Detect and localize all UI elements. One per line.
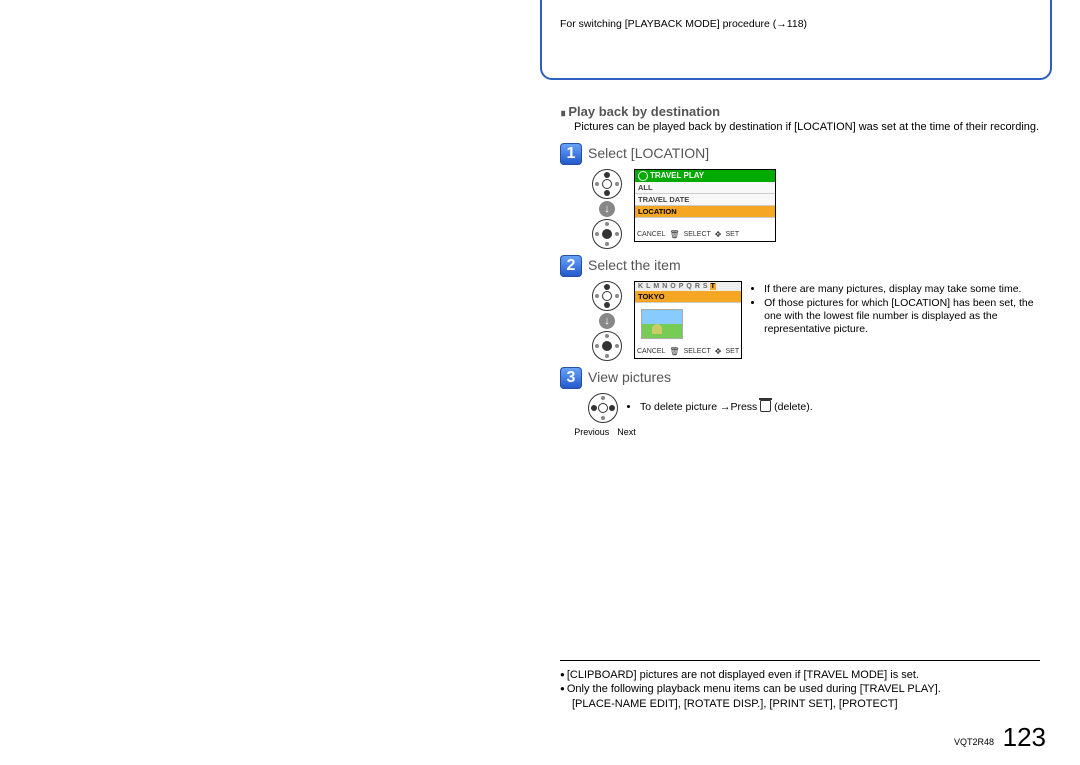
menu-travel-date: TRAVEL DATE (635, 194, 775, 206)
note-representative: Of those pictures for which [LOCATION] h… (764, 297, 1040, 336)
step-number-2: 2 (560, 255, 582, 277)
footnote-menu-list: [PLACE-NAME EDIT], [ROTATE DISP.], [PRIN… (572, 697, 1040, 711)
dpad-vertical-icon (592, 281, 622, 311)
dpad-center-icon (592, 219, 622, 249)
dpad-small-icon: ✥ (715, 230, 722, 239)
alpha-k: K (637, 283, 644, 290)
step-3-body: To delete picture →Press (delete). (588, 393, 1040, 423)
step-1-title: Select [LOCATION] (588, 143, 709, 161)
alpha-l: L (645, 283, 651, 290)
alpha-p: P (678, 283, 685, 290)
dpad-horizontal-icon (588, 393, 618, 423)
alpha-q: Q (685, 283, 692, 290)
alpha-row: K L M N O P Q R S T (635, 282, 741, 291)
alpha-m: M (652, 283, 660, 290)
foot-notes: [CLIPBOARD] pictures are not displayed e… (560, 668, 1040, 711)
alpha-n: N (661, 283, 668, 290)
alpha-r: R (694, 283, 701, 290)
step-number-3: 3 (560, 367, 582, 389)
switch-note: For switching [PLAYBACK MODE] procedure … (542, 18, 1050, 30)
control-col-2: ↓ (588, 281, 626, 361)
screen2-footer: CANCEL 🗑 SELECT ✥ SET (635, 345, 741, 358)
step-2: 2 Select the item (560, 255, 1040, 277)
location-tokyo: TOKYO (635, 291, 741, 303)
delete-text-b: (delete). (771, 401, 812, 413)
section-heading: Play back by destination (560, 104, 1040, 119)
down-arrow-icon: ↓ (599, 201, 615, 217)
control-col-1: ↓ (588, 169, 626, 249)
step-2-notes: If there are many pictures, display may … (750, 283, 1040, 338)
step-3: 3 View pictures (560, 367, 1040, 389)
screen-header: TRAVEL PLAY (635, 170, 775, 182)
screen-header-text: TRAVEL PLAY (650, 171, 704, 180)
dpad-center-icon (592, 331, 622, 361)
step-3-notes: To delete picture →Press (delete). (626, 400, 813, 415)
prev-next-labels: Previous Next (575, 427, 635, 437)
trash-icon: 🗑 (669, 347, 679, 356)
screen-travel-play: TRAVEL PLAY ALL TRAVEL DATE LOCATION CAN… (634, 169, 776, 242)
screen-location-select: K L M N O P Q R S T TOKYO CANCEL 🗑 SELECT… (634, 281, 742, 359)
note-delay: If there are many pictures, display may … (764, 283, 1040, 296)
alpha-s: S (702, 283, 709, 290)
step-1-body: ↓ TRAVEL PLAY ALL TRAVEL DATE LOCATION C… (588, 169, 1040, 249)
step-2-body: ↓ K L M N O P Q R S T TOKYO (588, 281, 1040, 361)
doc-code: VQT2R48 (954, 737, 994, 747)
control-col-3 (588, 393, 618, 423)
step-2-title: Select the item (588, 255, 681, 273)
previous-label: Previous (574, 427, 609, 437)
next-label: Next (617, 427, 636, 437)
down-arrow-icon: ↓ (599, 313, 615, 329)
set-label: SET (726, 348, 740, 355)
alpha-t: T (710, 283, 716, 290)
menu-location: LOCATION (635, 206, 775, 218)
menu-all: ALL (635, 182, 775, 194)
trash-icon: 🗑 (669, 230, 679, 239)
step-number-1: 1 (560, 143, 582, 165)
dpad-vertical-icon (592, 169, 622, 199)
footnote-clipboard: [CLIPBOARD] pictures are not displayed e… (560, 668, 1040, 682)
alpha-o: O (669, 283, 676, 290)
dpad-small-icon: ✥ (715, 347, 722, 356)
select-label: SELECT (684, 231, 711, 238)
info-frame: For switching [PLAYBACK MODE] procedure … (540, 0, 1052, 80)
globe-icon (638, 171, 648, 181)
trash-icon (760, 400, 771, 412)
cancel-label: CANCEL (637, 231, 665, 238)
set-label: SET (726, 231, 740, 238)
thumbnail-icon (641, 309, 683, 339)
cancel-label: CANCEL (637, 348, 665, 355)
footnote-menu-items: Only the following playback menu items c… (560, 682, 1040, 696)
select-label: SELECT (684, 348, 711, 355)
step-3-title: View pictures (588, 367, 671, 385)
note-delete: To delete picture →Press (delete). (640, 400, 813, 414)
main-content: Play back by destination Pictures can be… (560, 100, 1040, 437)
screen-footer: CANCEL 🗑 SELECT ✥ SET (635, 228, 775, 241)
divider (560, 660, 1040, 661)
page-number: 123 (1003, 722, 1046, 753)
intro-text: Pictures can be played back by destinati… (574, 121, 1040, 135)
step-1: 1 Select [LOCATION] (560, 143, 1040, 165)
delete-text-a: To delete picture →Press (640, 401, 760, 413)
